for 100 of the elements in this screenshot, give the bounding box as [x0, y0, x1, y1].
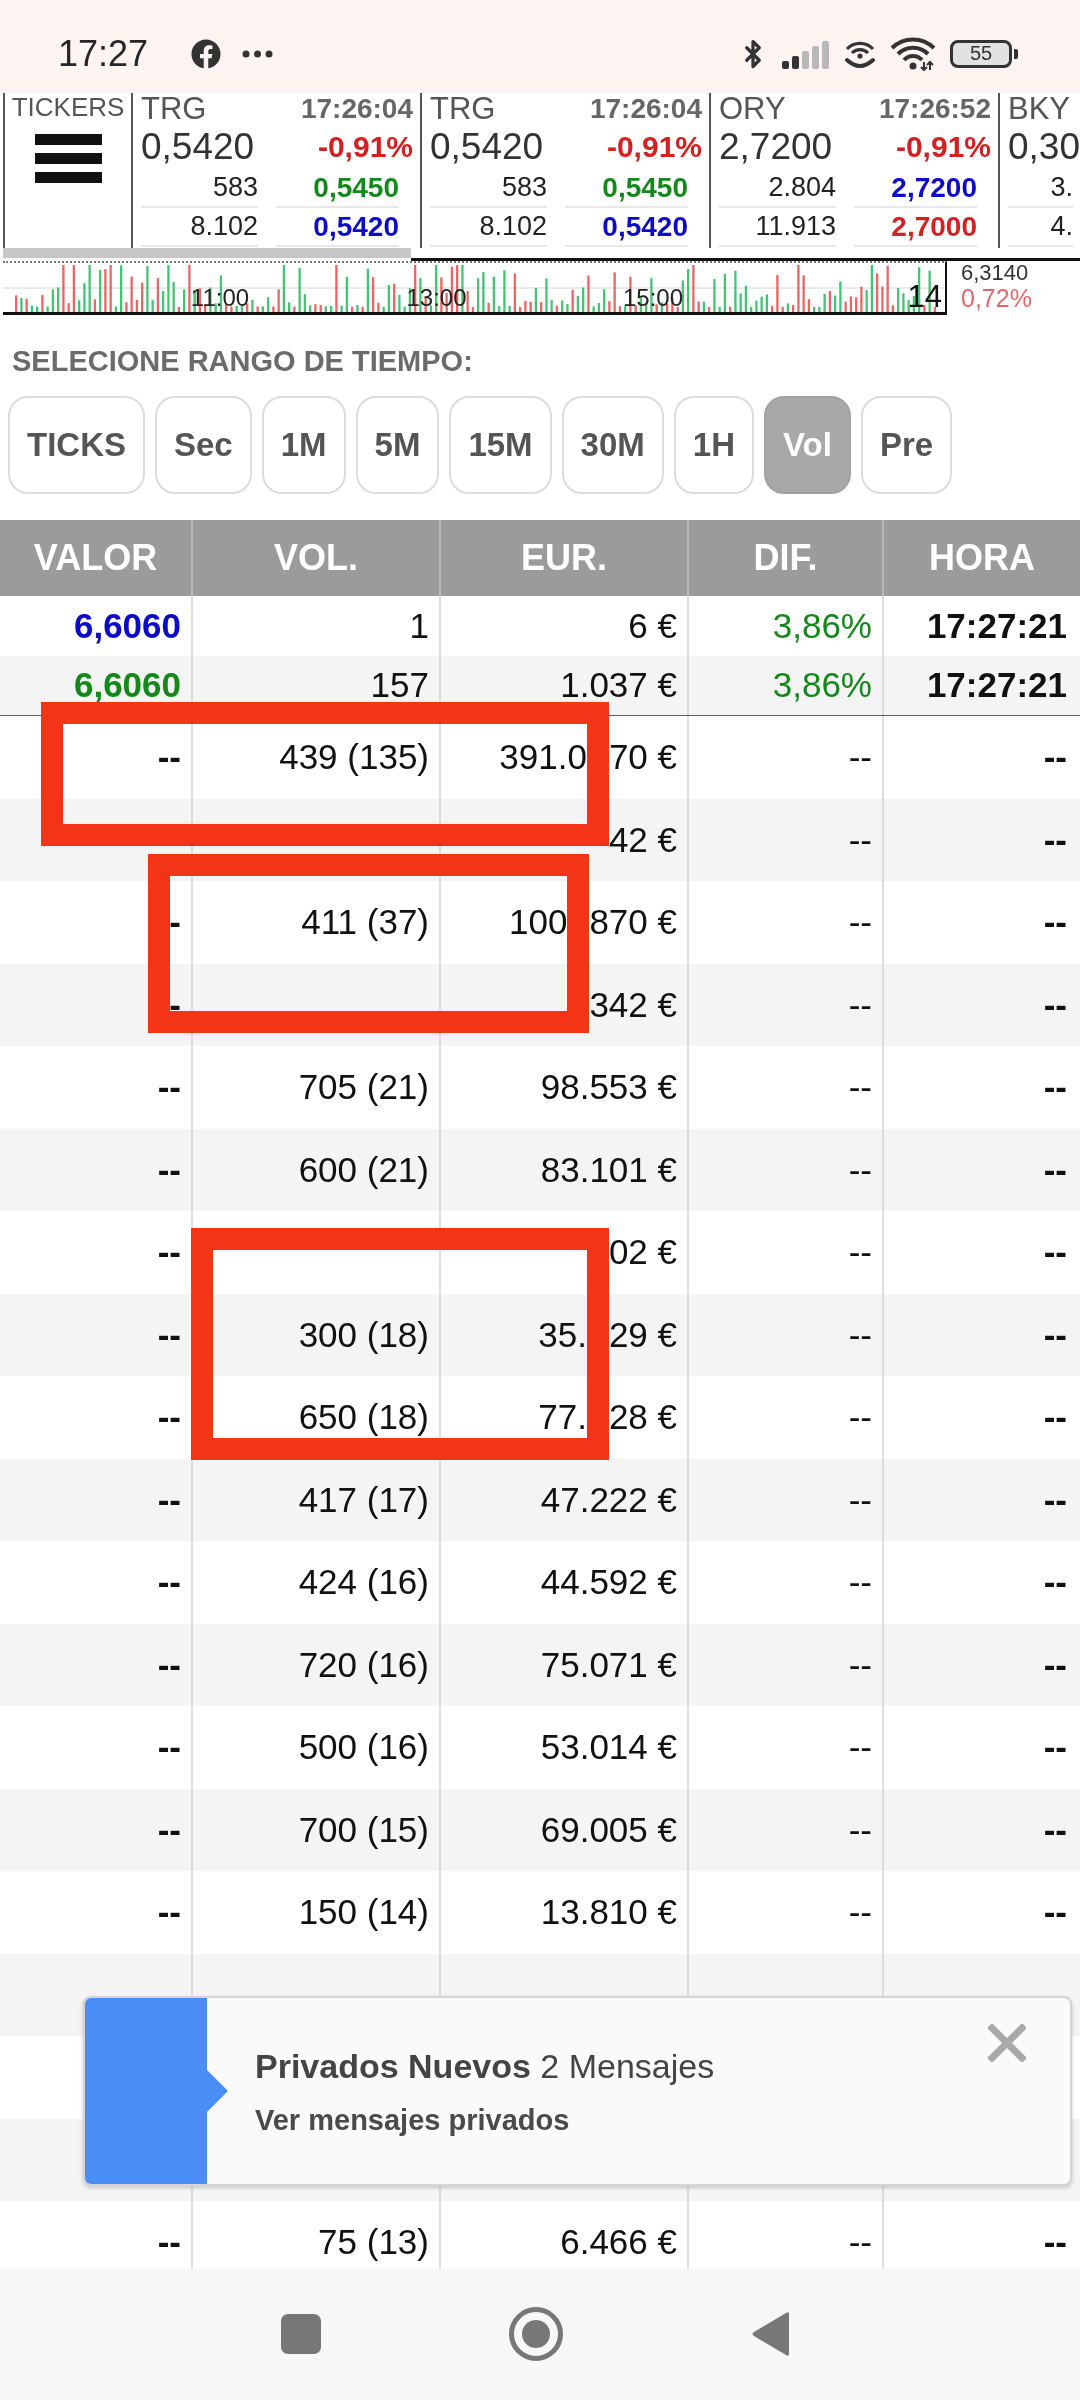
ticker-price: 0,5420: [141, 126, 255, 168]
ticker-price: 2,7200: [719, 126, 833, 168]
more-dots-icon: [242, 49, 274, 58]
table-cell: 47.222 €: [441, 1458, 689, 1541]
ticker-card[interactable]: TRG 17:26:04 0,5420 -0,91% 583 0,5450 8.102 0,5420: [422, 93, 711, 248]
menu-icon[interactable]: [34, 134, 102, 184]
table-cell: --: [0, 1458, 193, 1541]
table-cell: 720 (16): [193, 1623, 441, 1706]
table-cell: 6,6060: [0, 655, 193, 715]
table-cell: --: [689, 1128, 884, 1211]
table-cell: 700 (15): [193, 1788, 441, 1871]
ticker-price: 0,30: [1008, 126, 1080, 168]
ticker-symbol: ORY: [719, 93, 786, 127]
range-button[interactable]: 5M: [355, 396, 440, 494]
ticker-figure: 583: [141, 169, 258, 208]
table-cell: 600 (21): [193, 1128, 441, 1211]
range-button[interactable]: 15M: [449, 396, 552, 494]
ticker-change: -0,91%: [606, 130, 702, 164]
table-cell: --: [0, 1788, 193, 1871]
ticker-time: 17:26:52: [878, 93, 991, 125]
table-cell-text: --: [1042, 1396, 1068, 1439]
ticker-figure: 4.: [1008, 208, 1073, 247]
ticker-quote: 0,5450: [565, 169, 688, 208]
ticker-figure: 11.913: [719, 208, 836, 247]
range-button[interactable]: 30M: [561, 396, 664, 494]
table-cell: --: [689, 798, 884, 881]
notification-title: Privados Nuevos 2 Mensajes: [255, 2046, 715, 2086]
table-cell-text: --: [1042, 1478, 1068, 1521]
table-cell-text: --: [1042, 818, 1068, 861]
table-cell: --: [689, 1458, 884, 1541]
table-cell: 300 (18): [193, 1293, 441, 1376]
range-button[interactable]: TICKS: [8, 396, 145, 494]
ticker-figure: 3.: [1008, 169, 1073, 208]
ticker-change: -0,91%: [895, 130, 991, 164]
ticker-time: 17:26:04: [589, 93, 702, 125]
ticker-symbol: TRG: [141, 93, 207, 127]
ticker-figure: 2.804: [719, 169, 836, 208]
status-time: 17:27: [58, 32, 149, 75]
ticker-card[interactable]: BKY 0,30 3. 4.: [1000, 93, 1080, 248]
range-button[interactable]: Pre: [860, 396, 953, 494]
table-cell: 342 €: [441, 963, 689, 1046]
table-cell: 75.071 €: [441, 1623, 689, 1706]
table-cell: --: [0, 1293, 193, 1376]
table-cell-text: --: [1042, 1231, 1068, 1274]
table-cell-text: 17:27:21: [925, 604, 1068, 647]
ticker-quote: 2,7000: [854, 208, 977, 247]
table-cell: 42 €: [441, 798, 689, 881]
ticker-symbol: TRG: [430, 93, 496, 127]
table-cell: 83.101 €: [441, 1128, 689, 1211]
wifi-icon: [890, 36, 936, 71]
table-cell: 650 (18): [193, 1376, 441, 1459]
ticker-card[interactable]: ORY 17:26:52 2,7200 -0,91% 2.804 2,7200 11.913 2,7000: [711, 93, 1000, 248]
table-cell: --: [689, 1293, 884, 1376]
ticker-change: -0,91%: [317, 130, 413, 164]
panel-label: TICKERS: [11, 93, 125, 121]
ticker-symbol: BKY: [1008, 93, 1071, 127]
close-icon[interactable]: [988, 2024, 1026, 2062]
table-cell: --: [0, 1623, 193, 1706]
back-icon[interactable]: [751, 2311, 791, 2357]
table-cell: --: [689, 963, 884, 1046]
table-cell-text: --: [1042, 1643, 1068, 1686]
ticker-quote: 0,5450: [276, 169, 399, 208]
table-cell-text: --: [1042, 901, 1068, 944]
table-cell: 1.037 €: [441, 655, 689, 715]
battery-indicator: 55: [950, 39, 1018, 68]
chart-change: 0,72%: [961, 285, 1033, 312]
table-cell-text: --: [1042, 1148, 1068, 1191]
table-cell-text: 17:27:21: [925, 664, 1068, 707]
table-cell: 69.005 €: [441, 1788, 689, 1871]
table-cell: --: [689, 1788, 884, 1871]
recents-icon[interactable]: [281, 2314, 321, 2354]
table-cell-text: --: [1042, 736, 1068, 779]
ticker-figure: 583: [430, 169, 547, 208]
home-icon[interactable]: [509, 2307, 563, 2361]
table-cell: --: [689, 1623, 884, 1706]
table-cell-text: --: [1042, 983, 1068, 1026]
signal-icon: [782, 38, 830, 69]
chart-price: 6,3140: [961, 261, 1030, 285]
table-cell-text: --: [1042, 1891, 1068, 1934]
table-cell: -: [0, 963, 193, 1046]
table-cell-text: --: [1042, 2221, 1068, 2264]
ticker-time: 17:26:04: [300, 93, 413, 125]
range-button[interactable]: 1H: [673, 396, 754, 494]
facebook-icon: [191, 38, 222, 69]
table-cell-text: --: [1042, 1313, 1068, 1356]
notification-link[interactable]: Ver mensajes privados: [255, 2102, 715, 2138]
table-cell: 3,86%: [689, 655, 884, 715]
section-label: SELECIONE RANGO DE TIEMPO:: [12, 344, 474, 379]
table-cell-text: --: [1042, 1726, 1068, 1769]
ticker-quote: 0,5420: [565, 208, 688, 247]
ticker-quote: 2,7200: [854, 169, 977, 208]
table-cell: 35. 29 €: [441, 1293, 689, 1376]
table-cell-text: --: [1042, 1561, 1068, 1604]
table-cell: --: [0, 1128, 193, 1211]
range-button[interactable]: Sec: [155, 396, 252, 494]
ticker-price: 0,5420: [430, 126, 544, 168]
table-cell-text: --: [1042, 1066, 1068, 1109]
table-cell: 157: [193, 655, 441, 715]
range-button[interactable]: 1M: [261, 396, 346, 494]
table-cell-text: --: [1042, 1808, 1068, 1851]
